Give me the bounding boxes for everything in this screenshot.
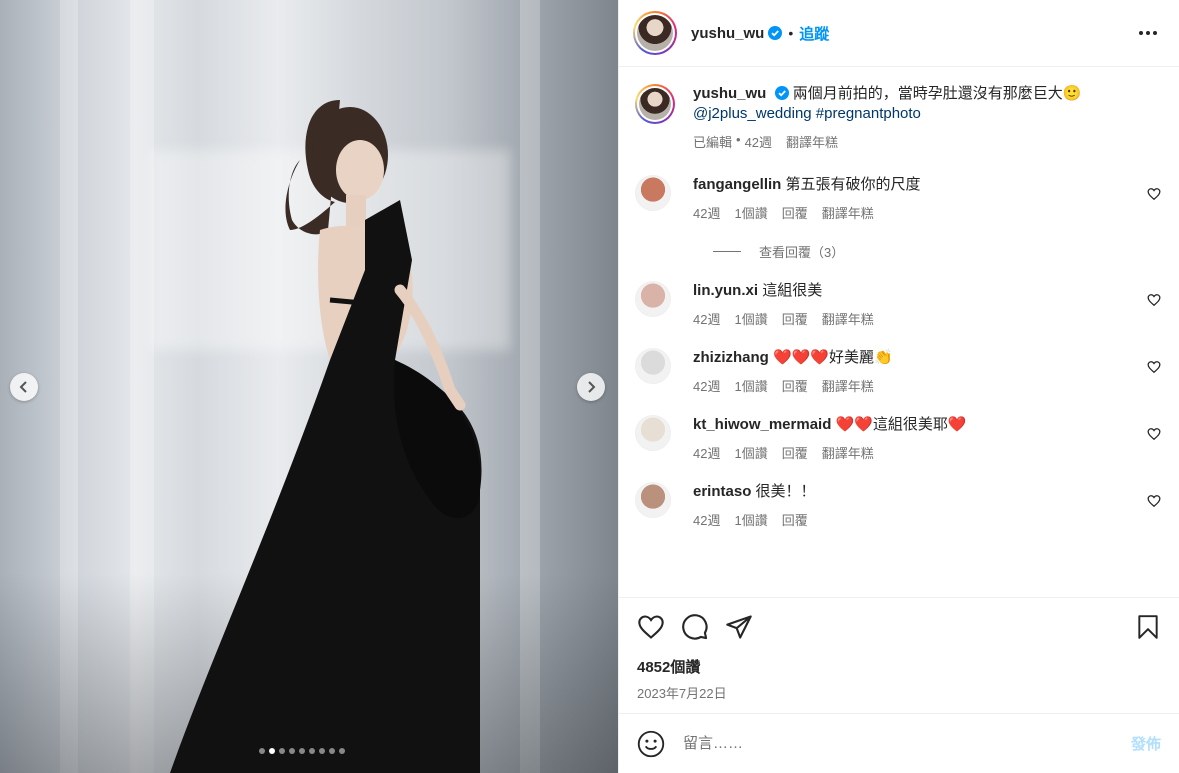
- commenter-avatar[interactable]: [635, 415, 671, 451]
- chevron-right-icon: [588, 381, 596, 393]
- comment-input[interactable]: [683, 735, 1121, 752]
- commenter-username[interactable]: lin.yun.xi: [693, 282, 758, 299]
- comment-like-heart-icon[interactable]: [1147, 293, 1161, 307]
- view-replies-label: 查看回覆（3）: [759, 245, 845, 260]
- author-username[interactable]: yushu_wu: [691, 25, 764, 42]
- woman-in-black-gown: [170, 100, 482, 773]
- caption-translate[interactable]: 翻譯年糕: [786, 132, 838, 151]
- carousel-dots: [259, 748, 345, 754]
- comment-composer: 發佈: [619, 713, 1179, 773]
- comment-text: ❤️❤️❤️好美麗👏: [773, 349, 893, 366]
- follow-button[interactable]: 追蹤: [799, 23, 829, 44]
- comment-text: 這組很美: [762, 282, 823, 299]
- post-actions: 4852個讚 2023年7月22日: [619, 597, 1179, 713]
- comment-like-heart-icon[interactable]: [1147, 187, 1161, 201]
- author-avatar[interactable]: [633, 11, 677, 55]
- carousel-dot: [299, 748, 305, 754]
- comments-list[interactable]: yushu_wu 兩個月前拍的，當時孕肚還沒有那麼巨大🙂 @j2plus_wed…: [619, 68, 1179, 597]
- comment-time[interactable]: 42週: [693, 203, 720, 222]
- chevron-left-icon: [19, 381, 27, 393]
- carousel-dot: [339, 748, 345, 754]
- comment-item: kt_hiwow_mermaid ❤️❤️這組很美耶❤️ 42週 1個讚 回覆 翻譯年糕: [635, 415, 1161, 462]
- caption: yushu_wu 兩個月前拍的，當時孕肚還沒有那麼巨大🙂 @j2plus_wed…: [635, 84, 1161, 151]
- comment-item: erintaso 很美！！ 42週 1個讚 回覆: [635, 482, 1161, 529]
- caption-username[interactable]: yushu_wu: [693, 85, 766, 102]
- comment-item: fangangellin 第五張有破你的尺度 42週 1個讚 回覆 翻譯年糕: [635, 175, 1161, 222]
- comment-like-heart-icon[interactable]: [1147, 427, 1161, 441]
- comment-likes[interactable]: 1個讚: [734, 309, 767, 328]
- carousel-dot: [269, 748, 275, 754]
- comment-icon[interactable]: [681, 613, 709, 641]
- comment-likes[interactable]: 1個讚: [734, 203, 767, 222]
- post-image: [0, 0, 618, 773]
- comment-likes[interactable]: 1個讚: [734, 510, 767, 529]
- reply-button[interactable]: 回覆: [782, 203, 808, 222]
- translate-button[interactable]: 翻譯年糕: [822, 203, 874, 222]
- post-header: yushu_wu • 追蹤: [619, 0, 1179, 67]
- post-comment-button[interactable]: 發佈: [1131, 733, 1161, 754]
- separator: •: [788, 25, 794, 41]
- post-details-panel: yushu_wu • 追蹤 yushu_wu 兩個月前拍的，當時孕肚還沒有那麼巨…: [618, 0, 1179, 773]
- save-bookmark-icon[interactable]: [1135, 614, 1161, 640]
- commenter-username[interactable]: kt_hiwow_mermaid: [693, 416, 831, 433]
- comment-time[interactable]: 42週: [693, 510, 720, 529]
- more-options-button[interactable]: [1137, 22, 1159, 44]
- translate-button[interactable]: 翻譯年糕: [822, 443, 874, 462]
- post-date[interactable]: 2023年7月22日: [637, 683, 1161, 702]
- comment-time[interactable]: 42週: [693, 309, 720, 328]
- commenter-username[interactable]: zhizizhang: [693, 349, 769, 366]
- like-heart-icon[interactable]: [637, 613, 665, 641]
- view-replies-button[interactable]: 查看回覆（3）: [713, 242, 1161, 261]
- commenter-username[interactable]: erintaso: [693, 483, 751, 500]
- comment-like-heart-icon[interactable]: [1147, 360, 1161, 374]
- comment-time[interactable]: 42週: [693, 376, 720, 395]
- previous-image-button[interactable]: [10, 373, 38, 401]
- translate-button[interactable]: 翻譯年糕: [822, 376, 874, 395]
- comment-text: ❤️❤️這組很美耶❤️: [835, 416, 967, 433]
- comment-item: lin.yun.xi 這組很美 42週 1個讚 回覆 翻譯年糕: [635, 281, 1161, 328]
- commenter-avatar[interactable]: [635, 281, 671, 317]
- caption-text: 兩個月前拍的，當時孕肚還沒有那麼巨大🙂: [792, 85, 1082, 102]
- caption-time[interactable]: 42週: [745, 132, 772, 151]
- comment-likes[interactable]: 1個讚: [734, 443, 767, 462]
- commenter-username[interactable]: fangangellin: [693, 176, 781, 193]
- emoji-icon[interactable]: [637, 730, 665, 758]
- meta-dot: •: [736, 132, 741, 147]
- reply-button[interactable]: 回覆: [782, 309, 808, 328]
- carousel-dot: [309, 748, 315, 754]
- reply-button[interactable]: 回覆: [782, 443, 808, 462]
- carousel-dot: [259, 748, 265, 754]
- comment-text: 第五張有破你的尺度: [785, 176, 921, 193]
- share-icon[interactable]: [725, 613, 753, 641]
- comment-item: zhizizhang ❤️❤️❤️好美麗👏 42週 1個讚 回覆 翻譯年糕: [635, 348, 1161, 395]
- reply-button[interactable]: 回覆: [782, 510, 808, 529]
- translate-button[interactable]: 翻譯年糕: [822, 309, 874, 328]
- reply-button[interactable]: 回覆: [782, 376, 808, 395]
- comment-like-heart-icon[interactable]: [1147, 494, 1161, 508]
- comment-likes[interactable]: 1個讚: [734, 376, 767, 395]
- commenter-avatar[interactable]: [635, 482, 671, 518]
- caption-tags[interactable]: @j2plus_wedding #pregnantphoto: [693, 105, 921, 122]
- carousel-dot: [319, 748, 325, 754]
- carousel-dot: [279, 748, 285, 754]
- carousel-dot: [289, 748, 295, 754]
- comment-text: 很美！！: [755, 483, 816, 500]
- commenter-avatar[interactable]: [635, 175, 671, 211]
- verified-badge-icon: [768, 26, 783, 40]
- verified-badge-icon: [774, 86, 789, 100]
- likes-count[interactable]: 4852個讚: [637, 656, 1161, 677]
- next-image-button[interactable]: [577, 373, 605, 401]
- comment-time[interactable]: 42週: [693, 443, 720, 462]
- carousel-dot: [329, 748, 335, 754]
- edited-label: 已編輯: [693, 135, 733, 150]
- commenter-avatar[interactable]: [635, 348, 671, 384]
- caption-avatar[interactable]: [635, 84, 675, 124]
